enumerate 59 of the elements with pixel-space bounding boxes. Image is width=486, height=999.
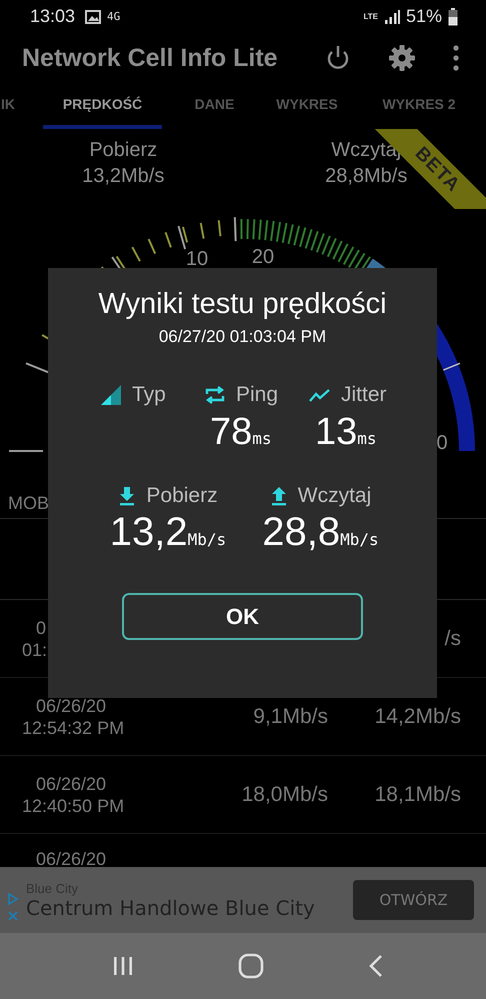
clock: 13:03 [30, 6, 76, 27]
date-text: 06/26/20 [36, 848, 106, 867]
signal-icon [100, 384, 122, 406]
stat-label: Pobierz [146, 484, 218, 508]
upload-value: /s [444, 626, 461, 650]
dialog-title: Wyniki testu prędkości [98, 288, 387, 321]
tab[interactable]: IK [0, 83, 17, 129]
app-title: Network Cell Info Lite [22, 44, 279, 72]
stat-value: 13,2 [110, 510, 188, 554]
stat-label: Ping [236, 383, 278, 407]
repeat-icon [204, 384, 226, 406]
speed-label: Pobierz [89, 138, 158, 163]
download-value: 9,1Mb/s [253, 704, 328, 728]
gauge-label: 10 [186, 248, 208, 270]
time-text: 01: [22, 638, 48, 660]
upload-value: 14,2Mb/s [374, 704, 461, 728]
menu-icon[interactable] [452, 45, 460, 71]
stat-unit: ms [252, 429, 272, 448]
home-icon[interactable] [238, 953, 264, 979]
stat-label: Typ [132, 383, 166, 407]
network-type: 4G [107, 10, 120, 23]
stat-unit: Mb/s [340, 530, 379, 549]
stat-value: 78 [210, 411, 252, 453]
stat-label: Wczytaj [298, 484, 372, 508]
back-icon[interactable] [368, 954, 384, 978]
image-icon [85, 10, 102, 24]
date-text: 06/26/20 [36, 772, 106, 794]
stat-value: 13 [315, 411, 358, 453]
tab[interactable]: WYKRES [274, 83, 340, 129]
gauge-label: 0 [436, 432, 448, 454]
speed-value: 28,8Mb/s [325, 164, 408, 189]
upload-icon [270, 486, 288, 506]
tab[interactable]: DANE [192, 83, 236, 129]
date-text: 0 [36, 616, 46, 638]
lte-indicator: LTE [363, 12, 378, 21]
stat-label: Jitter [341, 383, 387, 407]
download-value: 18,0Mb/s [242, 782, 328, 806]
section-label: MOB [8, 493, 50, 513]
time-text: 12:54:32 PM [22, 716, 124, 738]
stat-unit: ms [357, 429, 377, 448]
speed-value: 13,2Mb/s [82, 164, 164, 189]
settings-icon[interactable] [388, 44, 416, 72]
download-icon [118, 486, 136, 506]
gauge-label: 20 [252, 246, 274, 268]
signal-icon [384, 8, 400, 24]
open-button[interactable]: OTWÓRZ [353, 880, 474, 920]
stat-unit: Mb/s [188, 530, 226, 549]
dialog-timestamp: 06/27/20 01:03:04 PM [158, 327, 326, 347]
time-text: 12:40:50 PM [22, 794, 124, 816]
battery-percent: 51% [406, 6, 442, 27]
recents-icon[interactable] [112, 956, 134, 976]
stat-value: 28,8 [262, 510, 340, 554]
battery-icon [448, 8, 458, 26]
trend-icon [309, 387, 331, 403]
tab[interactable]: PRĘDKOŚĆ [42, 83, 162, 129]
upload-value: 18,1Mb/s [374, 782, 461, 806]
date-text: 06/26/20 [36, 694, 106, 716]
ok-button[interactable]: OK [122, 593, 363, 640]
tab[interactable]: WYKRES 2 [380, 83, 458, 129]
